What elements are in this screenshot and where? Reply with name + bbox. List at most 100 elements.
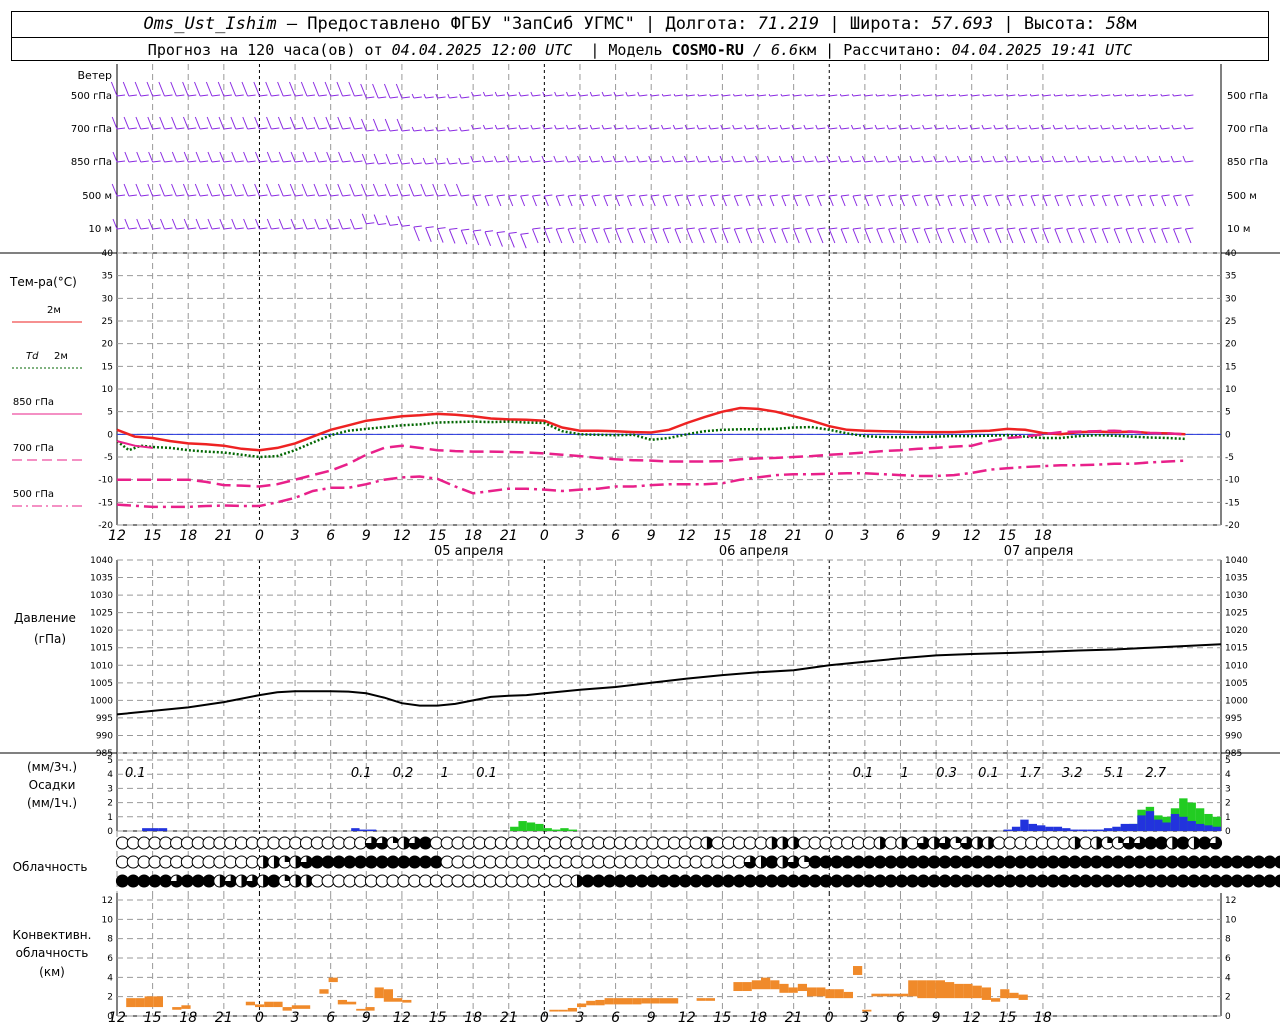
wind-barb-shaft [1173,227,1182,230]
cloud-symbol [494,874,508,888]
wind-barb-shaft [366,129,375,132]
cloud-symbol-fill [1177,837,1190,849]
cloud-symbol [364,874,378,888]
conv-tick-right: 0 [1225,1012,1231,1022]
precip-bar-1h [1129,823,1138,831]
wind-barb-flag [815,124,818,130]
wind-barb-shaft [1102,160,1111,163]
temp-tick-right: 35 [1225,272,1236,282]
wind-barb-flag [253,81,260,97]
cloud-symbol [754,836,768,850]
wind-barb-shaft [651,160,660,163]
wind-barb-shaft [556,127,565,130]
wind-barb-flag [982,93,985,97]
wind-barb-flag [411,93,415,99]
wind-barb-flag [828,228,836,244]
wind-barb-shaft [461,96,470,99]
wind-barb-flag [947,228,955,244]
wind-barb-shaft [306,94,315,97]
wind-barb-shaft [686,160,695,163]
wind-barb-shaft [484,230,494,233]
wind-barb-flag [769,228,776,244]
wind-barb-shaft [1090,160,1099,163]
cloud-symbol-fill [1101,875,1114,887]
wind-barb-shaft [389,223,399,226]
wind-barb-flag [910,124,913,130]
wind-barb-flag [1088,124,1091,130]
wind-barb-shaft [579,160,589,163]
wind-barb-flag [1063,155,1068,163]
wind-barb-flag [135,183,142,197]
wind-barb-flag [254,151,260,163]
wind-barb-flag [520,195,526,207]
precip-bar-1h [367,829,377,831]
wind-barb-shaft [793,194,802,197]
wind-barb-flag [803,124,806,130]
wind-barb-flag [816,195,822,207]
wind-barb-flag [579,195,585,207]
wind-barb-shaft [663,94,672,97]
wind-barb-flag [672,124,676,130]
wind-barb-flag [1147,124,1151,130]
temp-hour-label: 21 [500,528,518,544]
wind-barb-shaft [1078,94,1087,97]
wind-barb-shaft [437,129,446,132]
conv-cloud-bar [843,991,853,999]
wind-barb-flag [1017,124,1020,130]
temp-hour-label: 9 [362,528,371,544]
cloud-symbol-fill [1209,875,1222,887]
wind-barb-flag [1111,155,1115,163]
wind-barb-flag [1030,195,1036,207]
cloud-symbol-fill [1166,856,1179,868]
wind-barb-flag [1051,155,1056,163]
wind-level-label-right: 10 м [1227,224,1250,235]
wind-barb-flag [840,228,848,244]
wind-barb-shaft [995,127,1004,130]
wind-barb-shaft [817,127,826,130]
wind-barb-shaft [959,227,968,230]
cloud-symbol [451,836,465,850]
conv-cloud-bar [567,1007,577,1012]
wind-barb-flag [134,81,142,97]
wind-barb-flag [460,230,468,245]
wind-barb-shaft [544,227,553,230]
cloud-symbol-fill [625,875,638,887]
cloud-symbol [202,855,216,869]
wind-barb-flag [207,218,213,230]
wind-barb-flag [289,81,296,97]
cloud-symbol-fill [690,875,703,887]
wind-barb-shaft [425,194,434,197]
cloud-symbol-fill [1058,856,1071,868]
pressure-tick-right: 1035 [1225,574,1248,584]
conv-hour-label: 6 [611,1010,620,1024]
wind-barb-shaft [223,127,232,130]
wind-barb-shaft [983,127,992,130]
wind-barb-shaft [1066,227,1075,230]
wind-barb-shaft [651,227,660,230]
wind-barb-flag [1029,124,1032,130]
wind-barb-flag [254,183,260,197]
wind-barb-shaft [591,94,600,97]
wind-barb-shaft [746,227,755,230]
wind-barb-shaft [912,127,921,130]
wind-barb-flag [324,81,332,97]
wind-barb-flag [626,195,632,207]
cloud-symbol-fill [343,856,356,868]
cloud-symbol [505,874,519,888]
wind-barb-shaft [128,127,137,130]
wind-barb-shaft [579,127,589,130]
wind-barb-flag [1161,228,1168,244]
pressure-title: Давление [14,611,76,625]
precip-total-label: 0.2 [393,766,414,781]
cloud-symbol [646,836,660,850]
cloud-symbol-fill [603,875,616,887]
wind-barb-shaft [829,227,838,230]
wind-barb-shaft [247,227,256,230]
conv-cloud-bar [871,993,881,997]
cloud-symbol-fill [1123,875,1135,887]
wind-barb-shaft [496,160,505,163]
wind-barb-flag [290,151,296,163]
wind-barb-shaft [473,194,482,197]
wind-barb-shaft [188,160,197,163]
wind-barb-flag [372,183,379,197]
